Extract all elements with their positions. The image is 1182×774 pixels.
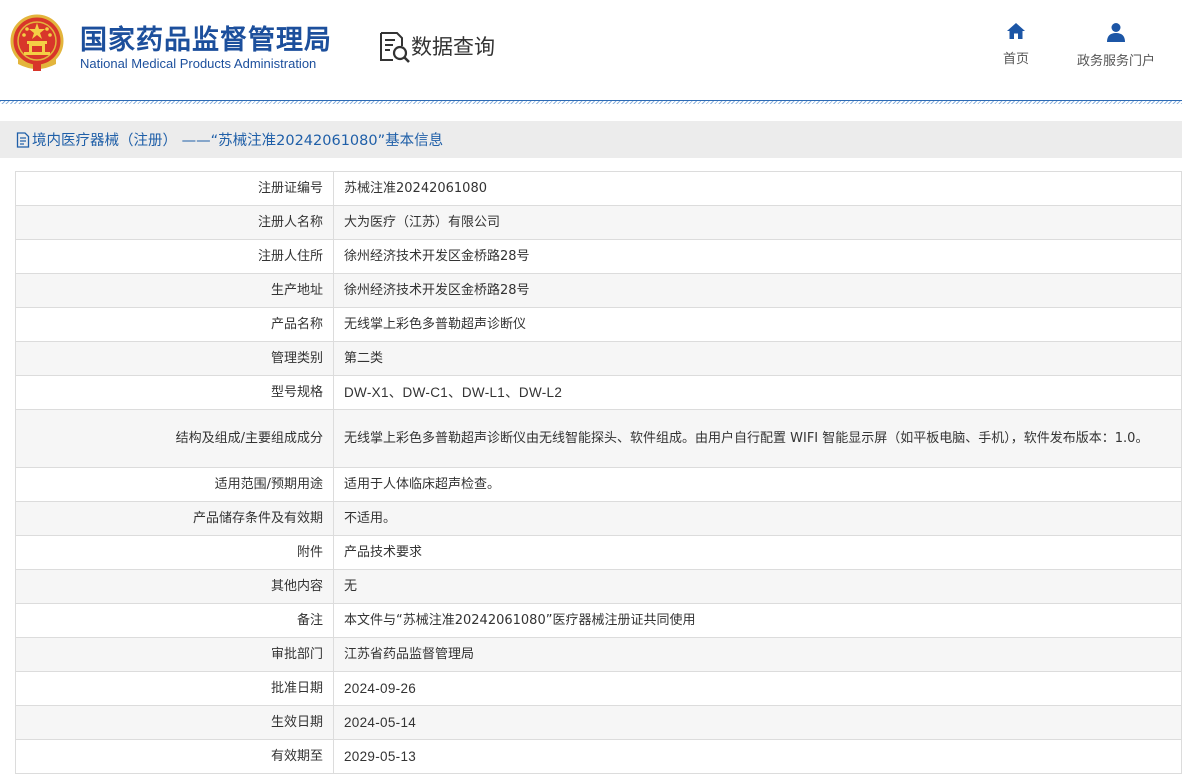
field-label: 产品名称 — [15, 307, 334, 342]
table-row: 注册人住所 徐州经济技术开发区金桥路28号 — [15, 239, 1182, 274]
table-row: 附件 产品技术要求 — [15, 535, 1182, 570]
org-name-cn: 国家药品监督管理局 — [80, 25, 332, 56]
field-label: 注册人名称 — [15, 205, 334, 240]
field-value: 适用于人体临床超声检查。 — [333, 467, 1182, 502]
field-value: 产品技术要求 — [333, 535, 1182, 570]
table-row: 其他内容无 — [15, 569, 1182, 604]
field-label: 附件 — [15, 535, 334, 570]
field-value: 不适用。 — [333, 501, 1182, 536]
table-row: 备注 本文件与“苏械注准20242061080”医疗器械注册证共同使用 — [15, 603, 1182, 638]
field-label: 备注 — [15, 603, 334, 638]
field-value: 无 — [333, 569, 1182, 604]
nav-portal-label: 政务服务门户 — [1076, 54, 1155, 69]
field-value: 无线掌上彩色多普勒超声诊断仪 — [333, 307, 1182, 342]
field-label: 结构及组成/主要组成成分 — [15, 409, 334, 468]
field-label: 生产地址 — [15, 273, 334, 308]
field-value: 2024-05-14 — [333, 705, 1182, 740]
field-label: 审批部门 — [15, 637, 334, 672]
field-label: 有效期至 — [15, 739, 334, 774]
nav-home[interactable]: 首页 — [998, 22, 1034, 67]
nav-home-label: 首页 — [1002, 52, 1029, 67]
page-title: 数据查询 — [411, 35, 495, 59]
table-row: 批准日期 2024-09-26 — [15, 671, 1182, 706]
field-value: DW-X1、DW-C1、DW-L1、DW-L2 — [333, 375, 1182, 410]
table-row: 适用范围/预期用途 适用于人体临床超声检查。 — [15, 467, 1182, 502]
field-value: 本文件与“苏械注准20242061080”医疗器械注册证共同使用 — [333, 603, 1182, 638]
table-row: 结构及组成/主要组成成分 无线掌上彩色多普勒超声诊断仪由无线智能探头、软件组成。由… — [15, 409, 1182, 468]
national-emblem-icon — [10, 14, 64, 71]
registration-info-table: 注册证编号 苏械注准20242061080 注册人名称 大为医疗（江苏）有限公司 注… — [15, 171, 1182, 774]
table-row: 有效期至 2029-05-13 — [15, 739, 1182, 774]
table-row: 生效日期 2024-05-14 — [15, 705, 1182, 740]
table-row: 产品名称 无线掌上彩色多普勒超声诊断仪 — [15, 307, 1182, 342]
field-value: 2029-05-13 — [333, 739, 1182, 774]
field-label: 注册人住所 — [15, 239, 334, 274]
field-value: 苏械注准20242061080 — [333, 171, 1182, 206]
table-row: 注册证编号 苏械注准20242061080 — [15, 171, 1182, 206]
user-icon — [1107, 23, 1125, 42]
field-label: 型号规格 — [15, 375, 334, 410]
field-label: 管理类别 — [15, 341, 334, 376]
field-value: 无线掌上彩色多普勒超声诊断仪由无线智能探头、软件组成。由用户自行配置 WIFI … — [333, 409, 1182, 468]
section-title-text: 境内医疗器械（注册） ——“苏械注准20242061080”基本信息 — [32, 133, 444, 149]
table-row: 生产地址 徐州经济技术开发区金桥路28号 — [15, 273, 1182, 308]
field-label: 适用范围/预期用途 — [15, 467, 334, 502]
field-value: 徐州经济技术开发区金桥路28号 — [333, 273, 1182, 308]
field-label: 生效日期 — [15, 705, 334, 740]
table-row: 产品储存条件及有效期 不适用。 — [15, 501, 1182, 536]
field-label: 注册证编号 — [15, 171, 334, 206]
field-value: 徐州经济技术开发区金桥路28号 — [333, 239, 1182, 274]
nav-service-portal[interactable]: 政务服务门户 — [1070, 22, 1162, 69]
home-icon — [1007, 23, 1025, 39]
field-value: 2024-09-26 — [333, 671, 1182, 706]
data-query-icon — [380, 32, 410, 63]
table-row: 注册人名称 大为医疗（江苏）有限公司 — [15, 205, 1182, 240]
header-divider — [0, 100, 1182, 104]
field-label: 批准日期 — [15, 671, 334, 706]
table-row: 型号规格 DW-X1、DW-C1、DW-L1、DW-L2 — [15, 375, 1182, 410]
field-value: 大为医疗（江苏）有限公司 — [333, 205, 1182, 240]
section-title-bar: 境内医疗器械（注册） ——“苏械注准20242061080”基本信息 — [0, 121, 1182, 158]
field-value: 江苏省药品监督管理局 — [333, 637, 1182, 672]
field-value: 第二类 — [333, 341, 1182, 376]
table-row: 管理类别 第二类 — [15, 341, 1182, 376]
site-header: 国家药品监督管理局 National Medical Products Admi… — [0, 0, 1182, 100]
field-label: 其他内容 — [15, 569, 334, 604]
table-row: 审批部门 江苏省药品监督管理局 — [15, 637, 1182, 672]
field-label: 产品储存条件及有效期 — [15, 501, 334, 536]
document-icon — [16, 131, 30, 148]
org-name-en: National Medical Products Administration — [80, 56, 317, 71]
